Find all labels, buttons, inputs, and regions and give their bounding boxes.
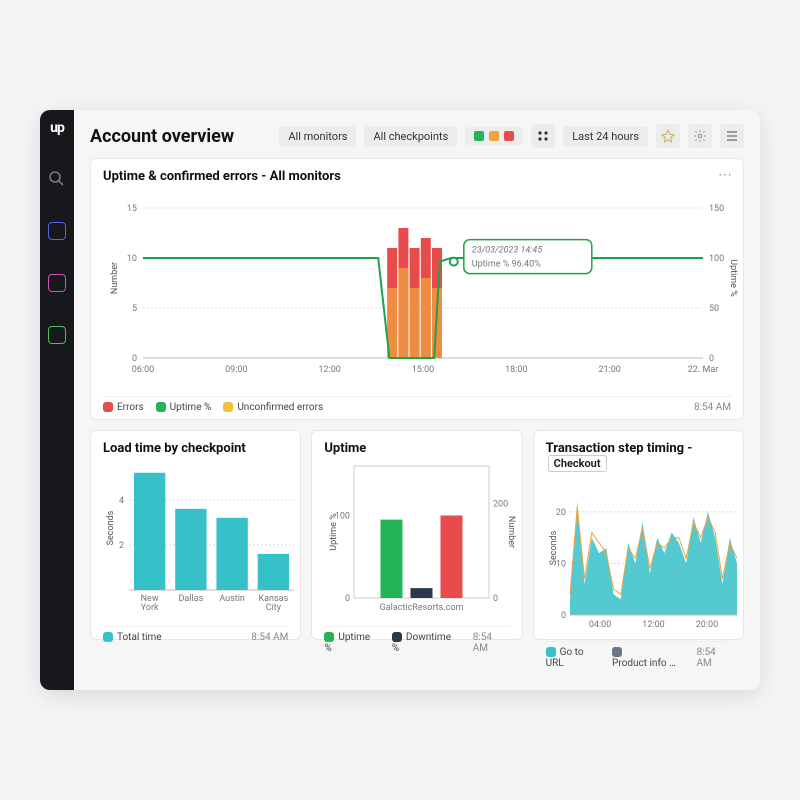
svg-text:0: 0 xyxy=(709,354,714,364)
svg-text:Dallas: Dallas xyxy=(179,594,204,604)
legend-item: Errors xyxy=(103,402,144,413)
filter-monitors[interactable]: All monitors xyxy=(279,126,356,147)
card-transaction: Transaction step timing - Checkout 01020… xyxy=(533,430,744,640)
svg-text:15: 15 xyxy=(127,204,137,214)
svg-text:York: York xyxy=(141,603,159,613)
svg-text:4: 4 xyxy=(119,496,124,506)
svg-text:GalacticResorts.com: GalacticResorts.com xyxy=(380,603,464,613)
status-green-icon xyxy=(474,131,484,141)
svg-text:15:00: 15:00 xyxy=(412,365,434,375)
status-orange-icon xyxy=(489,131,499,141)
legend: Errors Uptime % Unconfirmed errors 8:54 … xyxy=(103,396,731,413)
status-filter[interactable] xyxy=(465,127,523,145)
svg-text:Number: Number xyxy=(506,516,516,548)
card-title: Uptime xyxy=(324,441,509,456)
legend-item: Uptime % xyxy=(324,632,380,654)
card-title: Uptime & confirmed errors - All monitors xyxy=(103,169,731,184)
chart-load-time: 24NewYorkDallasAustinKansasCitySeconds xyxy=(103,460,298,618)
card-title: Load time by checkpoint xyxy=(103,441,288,456)
svg-text:City: City xyxy=(266,603,282,613)
svg-text:Uptime % 96.40%: Uptime % 96.40% xyxy=(472,260,541,270)
settings-button[interactable] xyxy=(688,124,712,148)
nav-item-a[interactable] xyxy=(48,222,66,240)
status-red-icon xyxy=(504,131,514,141)
svg-text:200: 200 xyxy=(493,500,508,510)
svg-text:50: 50 xyxy=(709,304,719,314)
favorite-button[interactable] xyxy=(656,124,680,148)
card-load-time: Load time by checkpoint 24NewYorkDallasA… xyxy=(90,430,301,640)
legend-item: Product info … xyxy=(612,647,684,669)
checkout-pill[interactable]: Checkout xyxy=(548,455,607,472)
card-uptime-errors: Uptime & confirmed errors - All monitors… xyxy=(90,158,744,420)
svg-text:10: 10 xyxy=(127,254,137,264)
svg-text:0: 0 xyxy=(345,594,350,604)
list-button[interactable] xyxy=(720,124,744,148)
svg-text:04:00: 04:00 xyxy=(589,620,611,630)
svg-text:22. Mar: 22. Mar xyxy=(688,365,719,375)
svg-text:20: 20 xyxy=(556,508,566,518)
main-content: Account overview All monitors All checkp… xyxy=(74,110,760,690)
timestamp: 8:54 AM xyxy=(473,632,510,654)
sidebar: up xyxy=(40,110,74,690)
topbar: Account overview All monitors All checkp… xyxy=(90,124,744,148)
svg-text:09:00: 09:00 xyxy=(225,365,247,375)
page-title: Account overview xyxy=(90,126,271,147)
timestamp: 8:54 AM xyxy=(251,632,288,643)
svg-text:Number: Number xyxy=(110,262,120,294)
legend-item: Downtime % xyxy=(392,632,461,654)
svg-text:Austin: Austin xyxy=(219,594,245,604)
card-title: Transaction step timing - Checkout xyxy=(546,441,731,471)
filter-timerange[interactable]: Last 24 hours xyxy=(563,126,648,147)
svg-text:20:00: 20:00 xyxy=(695,620,717,630)
svg-text:Seconds: Seconds xyxy=(106,510,116,545)
svg-text:12:00: 12:00 xyxy=(642,620,664,630)
timestamp: 8:54 AM xyxy=(694,402,731,413)
svg-text:23/03/2023 14:45: 23/03/2023 14:45 xyxy=(472,246,543,256)
svg-text:100: 100 xyxy=(709,254,724,264)
timestamp: 8:54 AM xyxy=(696,647,731,669)
svg-text:2: 2 xyxy=(119,541,124,551)
nav-item-c[interactable] xyxy=(48,326,66,344)
svg-text:Uptime %: Uptime % xyxy=(329,513,339,551)
chart-transaction: 0102004:0012:0020:00Seconds xyxy=(546,475,741,633)
app-window: up Account overview All monitors All che… xyxy=(40,110,760,690)
svg-text:0: 0 xyxy=(493,594,498,604)
legend-item: Unconfirmed errors xyxy=(223,402,323,413)
svg-text:0: 0 xyxy=(561,611,566,621)
chart-uptime-small: 01000200GalacticResorts.comUptime %Numbe… xyxy=(324,460,519,618)
nav-item-b[interactable] xyxy=(48,274,66,292)
legend-item: Total time xyxy=(103,632,162,643)
grid-view-button[interactable] xyxy=(531,124,555,148)
svg-text:Seconds: Seconds xyxy=(549,530,559,565)
legend-item: Uptime % xyxy=(156,402,212,413)
logo: up xyxy=(50,120,64,136)
svg-text:Uptime %: Uptime % xyxy=(728,259,738,297)
filter-checkpoints[interactable]: All checkpoints xyxy=(364,126,457,147)
svg-text:5: 5 xyxy=(132,304,137,314)
card-uptime-small: Uptime 01000200GalacticResorts.comUptime… xyxy=(311,430,522,640)
legend-item: Go to URL xyxy=(546,647,600,669)
svg-text:0: 0 xyxy=(132,354,137,364)
svg-text:21:00: 21:00 xyxy=(598,365,620,375)
svg-text:12:00: 12:00 xyxy=(318,365,340,375)
svg-text:18:00: 18:00 xyxy=(505,365,527,375)
svg-text:150: 150 xyxy=(709,204,724,214)
svg-text:06:00: 06:00 xyxy=(132,365,154,375)
chart-uptime-errors: 05101505010015006:0009:0012:0015:0018:00… xyxy=(103,188,743,388)
search-icon[interactable] xyxy=(48,170,66,188)
card-menu-icon[interactable]: ⋯ xyxy=(718,167,733,183)
